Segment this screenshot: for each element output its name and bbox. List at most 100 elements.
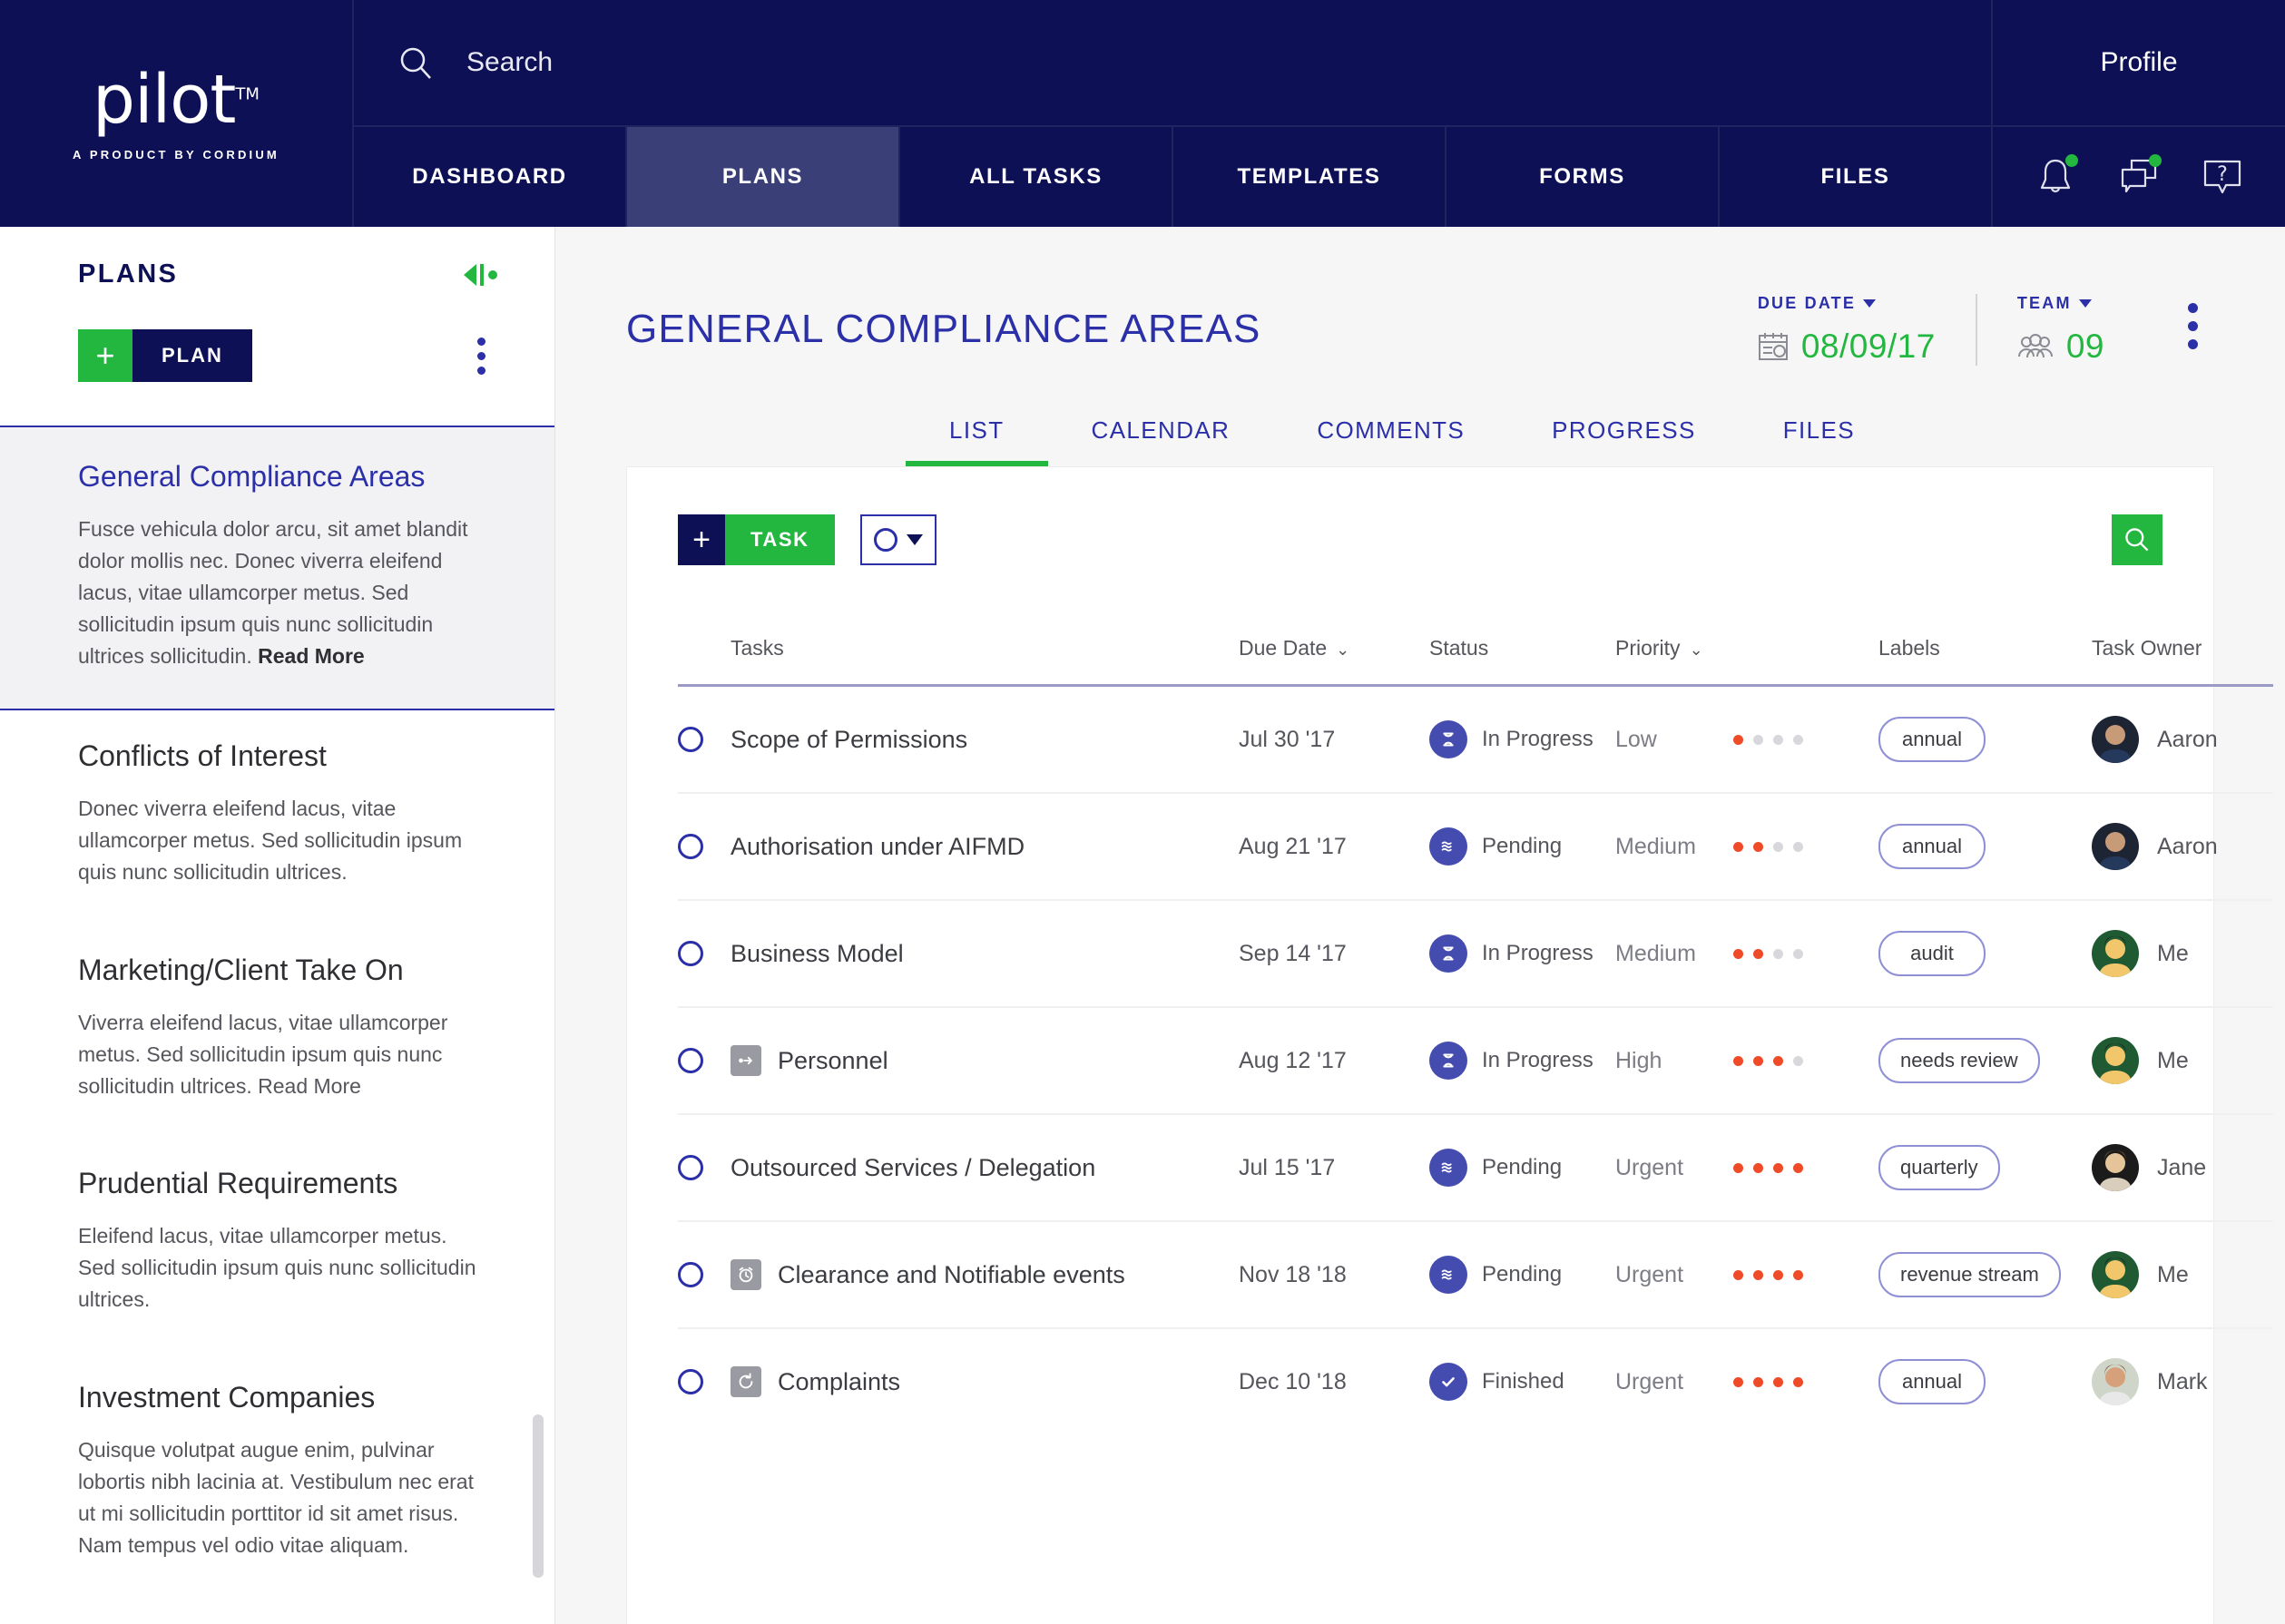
plan-read-more-link[interactable]: Read More [258, 644, 365, 668]
avatar [2092, 1251, 2139, 1298]
task-name[interactable]: Authorisation under AIFMD [731, 833, 1025, 861]
nav-tab-plans[interactable]: PLANS [627, 127, 900, 227]
label-chip[interactable]: audit [1878, 931, 1986, 976]
due-date-dropdown[interactable]: DUE DATE [1758, 294, 1936, 313]
label-chip[interactable]: annual [1878, 824, 1986, 869]
main-header: GENERAL COMPLIANCE AREAS DUE DATE [555, 227, 2285, 366]
table-row[interactable]: PersonnelAug 12 '17In ProgressHighneeds … [678, 1007, 2273, 1114]
tab-progress[interactable]: PROGRESS [1508, 416, 1740, 466]
profile-link[interactable]: Profile [1993, 0, 2285, 127]
row-checkbox[interactable] [678, 1369, 703, 1394]
col-header-tasks: Tasks [731, 636, 1239, 686]
help-button[interactable]: ? [2198, 152, 2247, 201]
plan-list-item-marketing-client-take-on[interactable]: Marketing/Client Take On Viverra eleifen… [0, 925, 554, 1139]
table-row[interactable]: Business ModelSep 14 '17In ProgressMediu… [678, 900, 2273, 1007]
row-checkbox[interactable] [678, 941, 703, 966]
plan-list-item-investment-companies[interactable]: Investment Companies Quisque volutpat au… [0, 1352, 554, 1598]
nav-tab-all-tasks[interactable]: ALL TASKS [900, 127, 1173, 227]
tab-list[interactable]: LIST [906, 416, 1048, 466]
tab-files[interactable]: FILES [1740, 416, 1898, 466]
table-row[interactable]: Authorisation under AIFMDAug 21 '17Pendi… [678, 793, 2273, 900]
brand-tagline: A PRODUCT BY CORDIUM [73, 148, 279, 161]
row-priority-cell: Medium [1615, 900, 1878, 1007]
avatar [2092, 1144, 2139, 1191]
task-name[interactable]: Complaints [778, 1368, 900, 1396]
add-plan-button[interactable]: + PLAN [78, 329, 252, 382]
brand-logo-block[interactable]: pilotTM A PRODUCT BY CORDIUM [0, 0, 354, 227]
nav-tab-templates[interactable]: TEMPLATES [1173, 127, 1447, 227]
row-labels-cell: annual [1878, 686, 2092, 794]
row-owner-cell: Me [2092, 1221, 2273, 1328]
due-date-value-row: 08/09/17 [1758, 328, 1936, 366]
nav-tab-files[interactable]: FILES [1720, 127, 1993, 227]
search-input[interactable] [466, 47, 1011, 78]
task-name[interactable]: Personnel [778, 1047, 888, 1075]
plan-read-more-link[interactable]: Read More [258, 1074, 361, 1098]
priority-label: Urgent [1615, 1369, 1733, 1395]
plan-list-item-general-compliance-areas[interactable]: General Compliance Areas Fusce vehicula … [0, 426, 554, 710]
notifications-button[interactable] [2031, 152, 2080, 201]
task-due-date: Sep 14 '17 [1239, 941, 1347, 966]
table-row[interactable]: Outsourced Services / DelegationJul 15 '… [678, 1114, 2273, 1221]
tab-comments[interactable]: COMMENTS [1273, 416, 1508, 466]
task-name[interactable]: Business Model [731, 940, 904, 968]
status-filter-dropdown[interactable] [860, 514, 937, 565]
plan-name: Prudential Requirements [78, 1167, 476, 1200]
row-task-cell: Outsourced Services / Delegation [731, 1114, 1239, 1221]
task-due-date: Aug 21 '17 [1239, 834, 1347, 859]
label-chip[interactable]: annual [1878, 717, 1986, 762]
row-priority-cell: Urgent [1615, 1328, 1878, 1434]
plan-list-item-conflicts-of-interest[interactable]: Conflicts of Interest Donec viverra elei… [0, 710, 554, 925]
plan-description-text: Donec viverra eleifend lacus, vitae ulla… [78, 797, 462, 884]
row-select-cell [678, 686, 731, 794]
plan-name: General Compliance Areas [78, 460, 476, 494]
task-name[interactable]: Outsourced Services / Delegation [731, 1154, 1095, 1182]
svg-text:?: ? [2217, 163, 2228, 186]
nav-tab-forms[interactable]: FORMS [1447, 127, 1720, 227]
brand-tm: TM [235, 84, 260, 103]
row-checkbox[interactable] [678, 727, 703, 752]
tab-calendar[interactable]: CALENDAR [1048, 416, 1274, 466]
label-chip[interactable]: revenue stream [1878, 1252, 2061, 1297]
main-content: GENERAL COMPLIANCE AREAS DUE DATE [555, 227, 2285, 1624]
priority-dots [1733, 1056, 1803, 1066]
chevron-down-icon: ⌄ [1690, 641, 1703, 660]
table-row[interactable]: Scope of PermissionsJul 30 '17In Progres… [678, 686, 2273, 794]
label-chip[interactable]: needs review [1878, 1038, 2040, 1083]
task-due-date: Nov 18 '18 [1239, 1262, 1347, 1287]
row-checkbox[interactable] [678, 1155, 703, 1180]
table-row[interactable]: ComplaintsDec 10 '18FinishedUrgentannual… [678, 1328, 2273, 1434]
col-header-priority[interactable]: Priority⌄ [1615, 636, 1878, 686]
main-nav-tabs: DASHBOARD PLANS ALL TASKS TEMPLATES FORM… [354, 127, 1993, 227]
task-name[interactable]: Clearance and Notifiable events [778, 1261, 1125, 1289]
sidebar-scrollbar-thumb[interactable] [533, 1414, 544, 1578]
task-name[interactable]: Scope of Permissions [731, 726, 967, 754]
label-chip[interactable]: quarterly [1878, 1145, 2000, 1190]
messages-button[interactable] [2114, 152, 2163, 201]
priority-label: Urgent [1615, 1262, 1733, 1288]
plan-more-menu[interactable] [2144, 294, 2214, 349]
team-dropdown[interactable]: TEAM [2017, 294, 2104, 313]
row-checkbox[interactable] [678, 834, 703, 859]
top-bar: pilotTM A PRODUCT BY CORDIUM Profile DAS… [0, 0, 2285, 227]
row-owner-cell: Me [2092, 900, 2273, 1007]
search-icon [2123, 525, 2152, 554]
row-status-cell: Finished [1429, 1328, 1615, 1434]
task-search-button[interactable] [2112, 514, 2162, 565]
col-header-due-date[interactable]: Due Date⌄ [1239, 636, 1429, 686]
sidebar-more-menu[interactable] [472, 332, 491, 380]
add-task-button[interactable]: + TASK [678, 514, 835, 565]
global-search-box[interactable] [354, 0, 1993, 127]
chevron-down-icon [2079, 299, 2092, 308]
table-row[interactable]: Clearance and Notifiable events Nov 18 '1… [678, 1221, 2273, 1328]
sidebar-collapse-toggle[interactable] [462, 260, 502, 289]
row-checkbox[interactable] [678, 1048, 703, 1073]
task-table: Tasks Due Date⌄ Status Priority⌄ Labels … [678, 636, 2273, 1434]
row-checkbox[interactable] [678, 1262, 703, 1287]
plan-list-item-prudential-requirements[interactable]: Prudential Requirements Eleifend lacus, … [0, 1138, 554, 1352]
add-plan-label: PLAN [132, 329, 252, 382]
label-chip[interactable]: annual [1878, 1359, 1986, 1404]
plan-description-text: Quisque volutpat augue enim, pulvinar lo… [78, 1438, 474, 1557]
list-panel-inner: + TASK [627, 467, 2213, 1434]
nav-tab-dashboard[interactable]: DASHBOARD [354, 127, 627, 227]
